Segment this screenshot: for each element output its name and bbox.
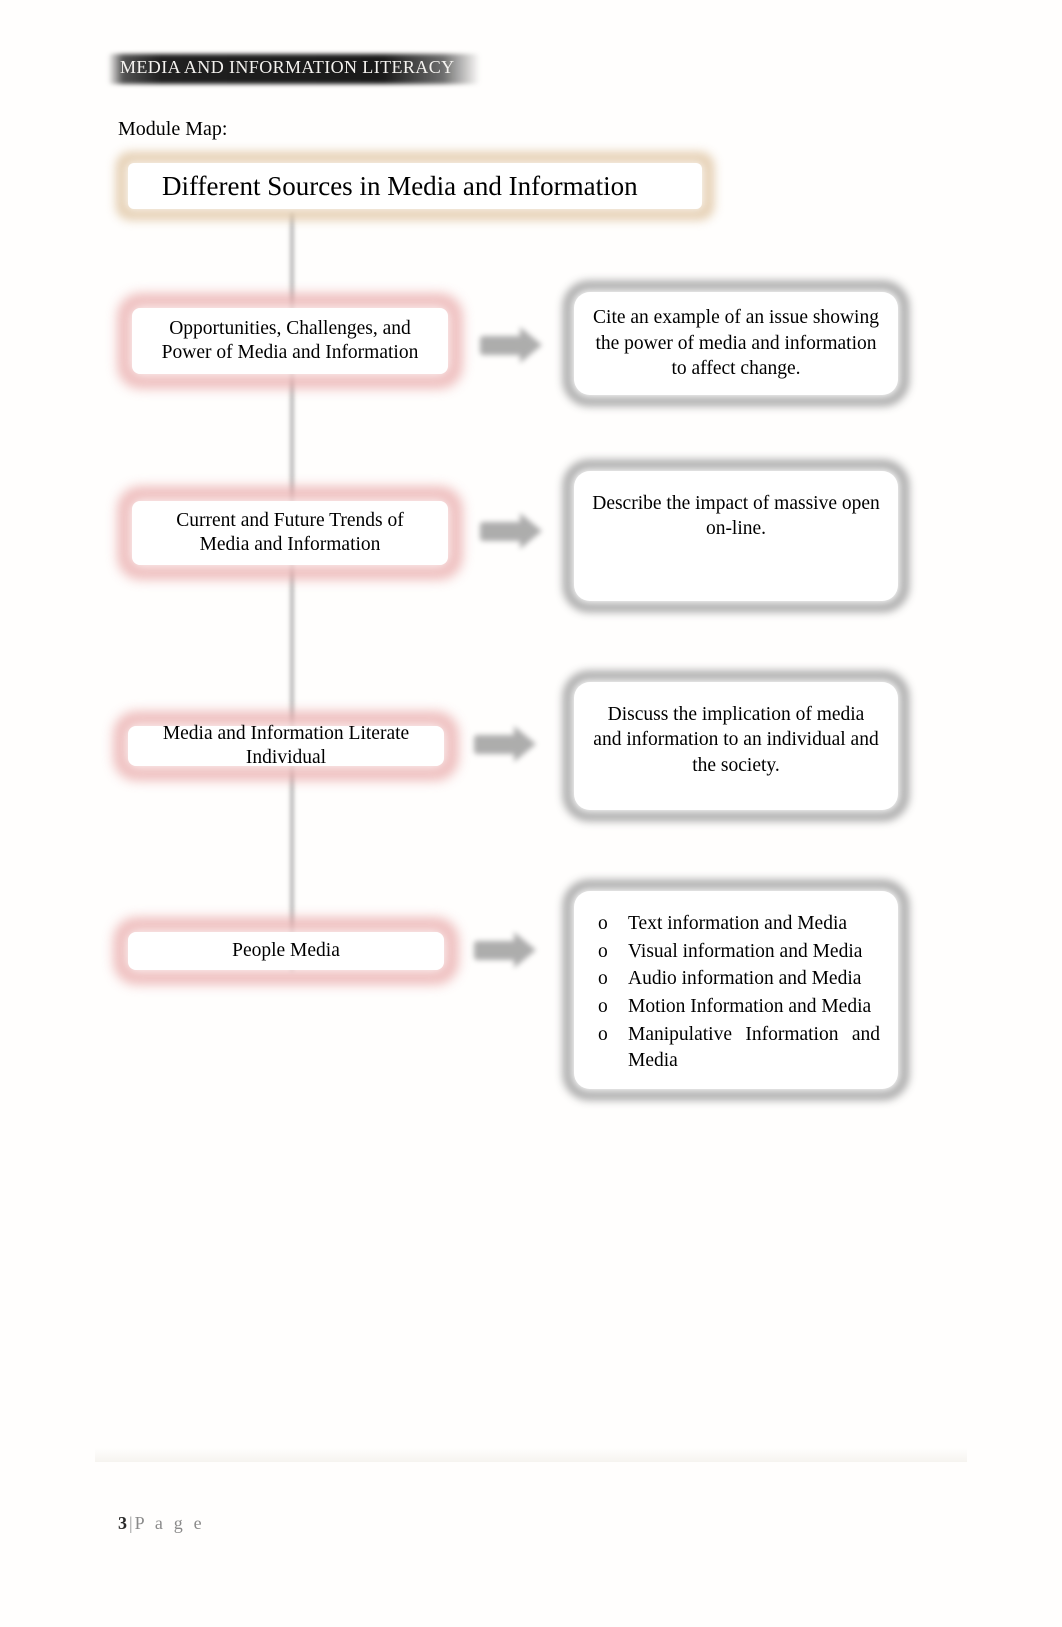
right-arrow-icon-3	[474, 726, 540, 763]
topic-box-3-label: Media and Information Literate Individua…	[162, 723, 410, 768]
title-box-inner: Different Sources in Media and Informati…	[128, 163, 702, 209]
outcome-box-2: Describe the impact of massive open on-l…	[563, 460, 909, 612]
list-bullet-marker: o	[598, 1023, 608, 1045]
media-type-list-item: o Manipulative Information and Media	[592, 1022, 880, 1073]
list-item-label: Motion Information and Media	[628, 996, 872, 1018]
list-bullet-marker: o	[598, 940, 608, 962]
list-bullet-marker: o	[598, 996, 608, 1018]
media-type-list: o Text information and Media o Visual infor…	[592, 911, 880, 1075]
list-item-label: Text information and Media	[628, 913, 848, 934]
outcome-box-2-inner: Describe the impact of massive open on-l…	[574, 471, 898, 601]
footer-divider	[95, 1448, 967, 1462]
footer-page-indicator: 3 | P a g e	[118, 1513, 205, 1534]
topic-box-4-label: People Media	[232, 940, 340, 962]
media-type-list-item: o Text information and Media	[592, 911, 880, 937]
topic-box-1-inner: Opportunities, Challenges, and Power of …	[132, 308, 448, 374]
right-arrow-icon-2	[480, 513, 546, 550]
list-bullet-marker: o	[598, 913, 608, 934]
outcome-box-3-inner: Discuss the implication of media and inf…	[574, 682, 898, 810]
outcome-box-1-text: Cite an example of an issue showing the …	[593, 307, 879, 380]
media-type-list-item: o Visual information and Media	[592, 939, 880, 965]
topic-box-1-label: Opportunities, Challenges, and Power of …	[161, 318, 419, 363]
outcome-box-1-inner: Cite an example of an issue showing the …	[574, 292, 898, 395]
topic-box-2: Current and Future Trends of Media and I…	[118, 487, 462, 579]
module-map-label: Module Map:	[118, 118, 228, 140]
title-box-text: Different Sources in Media and Informati…	[162, 170, 638, 201]
footer-page-number: 3	[118, 1513, 127, 1533]
topic-box-3-inner: Media and Information Literate Individua…	[128, 723, 444, 768]
flowchart-title-box: Different Sources in Media and Informati…	[116, 152, 714, 220]
arrow-head	[514, 932, 536, 968]
topic-box-1: Opportunities, Challenges, and Power of …	[118, 294, 462, 388]
list-item-label: Visual information and Media	[628, 940, 863, 962]
list-item-label: Audio information and Media	[628, 968, 862, 990]
arrow-head	[520, 327, 542, 363]
media-type-list-item: o Audio information and Media	[592, 966, 880, 992]
right-arrow-icon-4	[474, 932, 540, 969]
topic-box-4: People Media	[114, 918, 458, 984]
footer-separator: |	[129, 1513, 133, 1533]
list-item-label: Manipulative Information and Media	[628, 1023, 880, 1071]
running-header: MEDIA AND INFORMATION LITERACY	[108, 54, 480, 84]
running-header-title: MEDIA AND INFORMATION LITERACY	[120, 57, 455, 77]
outcome-box-4: o Text information and Media o Visual infor…	[563, 880, 909, 1100]
topic-box-3: Media and Information Literate Individua…	[114, 712, 458, 780]
footer-page-word: P a g e	[134, 1513, 205, 1533]
arrow-head	[520, 513, 542, 549]
topic-box-4-inner: People Media	[128, 932, 444, 970]
right-arrow-icon-1	[480, 327, 546, 364]
media-type-list-item: o Motion Information and Media	[592, 994, 880, 1020]
outcome-box-1: Cite an example of an issue showing the …	[563, 281, 909, 406]
list-bullet-marker: o	[598, 968, 608, 990]
document-page: MEDIA AND INFORMATION LITERACY Module Ma…	[0, 0, 1062, 1627]
outcome-box-2-text: Describe the impact of massive open on-l…	[592, 493, 880, 540]
outcome-box-4-inner: o Text information and Media o Visual infor…	[574, 891, 898, 1089]
topic-box-2-label: Current and Future Trends of Media and I…	[176, 510, 404, 555]
outcome-box-3-text: Discuss the implication of media and inf…	[593, 704, 879, 776]
arrow-head	[514, 726, 536, 762]
topic-box-2-inner: Current and Future Trends of Media and I…	[132, 501, 448, 565]
outcome-box-3: Discuss the implication of media and inf…	[563, 671, 909, 821]
